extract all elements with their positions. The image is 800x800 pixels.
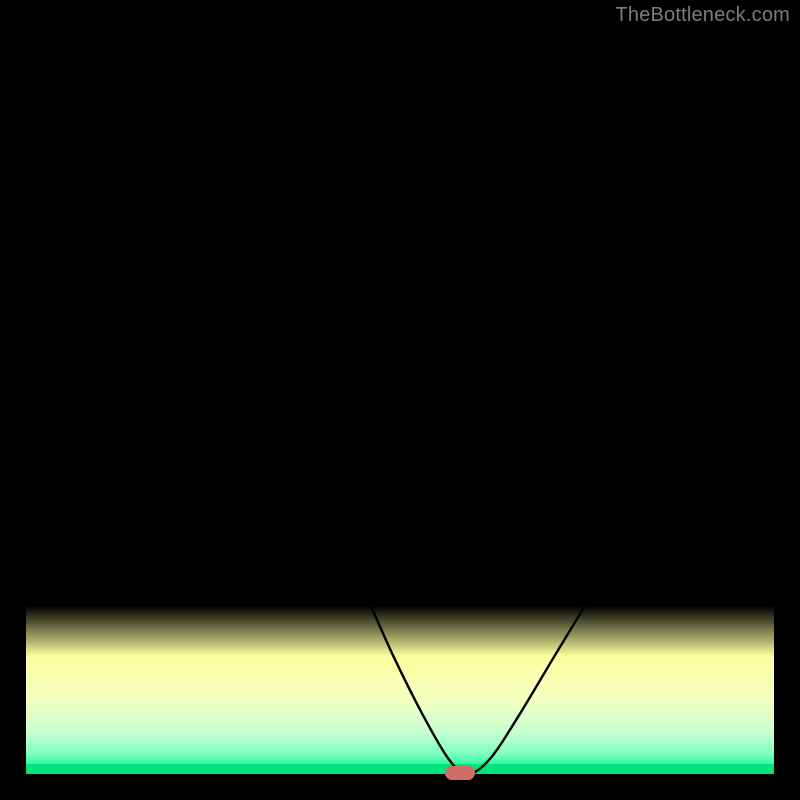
watermark-text: TheBottleneck.com <box>615 4 790 27</box>
optimum-marker <box>445 766 475 780</box>
chart-frame: TheBottleneck.com <box>0 0 800 800</box>
bottleneck-curve <box>26 26 774 774</box>
